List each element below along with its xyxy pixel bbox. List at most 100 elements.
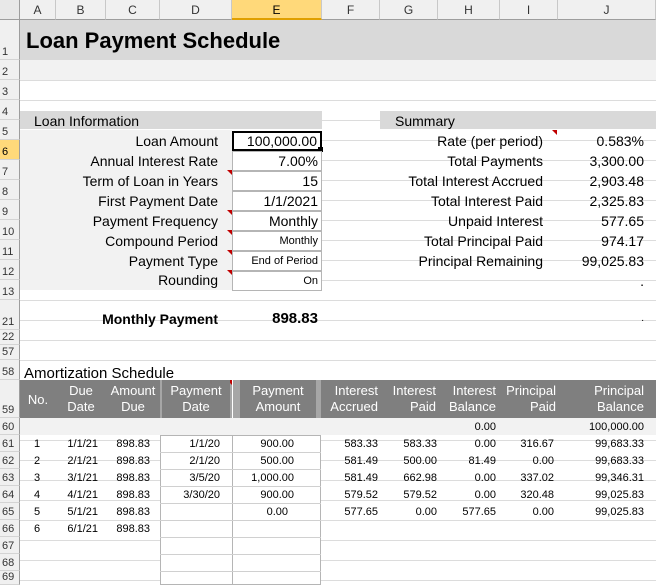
col-header-d[interactable]: D	[160, 0, 232, 20]
row-header-66[interactable]: 66	[0, 520, 20, 537]
comment-flag	[552, 130, 557, 135]
row-header-60[interactable]: 60	[0, 418, 20, 435]
cell-payment-amount[interactable]: 0.00	[232, 507, 288, 518]
col-header-e[interactable]: E	[232, 0, 322, 20]
col-principal-balance-header: Principal Balance	[580, 380, 644, 418]
interest-rate-label: Annual Interest Rate	[90, 153, 218, 169]
row-header-64[interactable]: 64	[0, 486, 20, 503]
first-payment-date-input[interactable]: 1/1/2021	[232, 191, 322, 211]
payment-frequency-select[interactable]: Monthly	[232, 211, 322, 231]
row-header-62[interactable]: 62	[0, 452, 20, 469]
first-payment-date-label: First Payment Date	[98, 193, 218, 209]
rounding-label: Rounding	[158, 272, 218, 288]
row-header-3[interactable]: 3	[0, 80, 20, 100]
row-header-65[interactable]: 65	[0, 503, 20, 520]
row-header-61[interactable]: 61	[0, 435, 20, 452]
select-all-corner[interactable]	[0, 0, 20, 20]
amortization-heading: Amortization Schedule	[24, 365, 175, 382]
row-header-6[interactable]: 6	[0, 140, 20, 160]
monthly-payment-label: Monthly Payment	[102, 311, 218, 327]
col-due-date-header: Due Date	[62, 380, 100, 418]
cell-no: 2	[34, 455, 41, 467]
row-header-8[interactable]: 8	[0, 180, 20, 200]
unpaid-interest-label: Unpaid Interest	[448, 213, 543, 229]
total-interest-paid-label: Total Interest Paid	[430, 193, 543, 209]
total-interest-accrued-label: Total Interest Accrued	[408, 173, 543, 189]
row-header-67[interactable]: 67	[0, 537, 20, 554]
payment-type-select[interactable]: End of Period	[232, 251, 322, 271]
row-header-1[interactable]: 1	[0, 20, 20, 60]
rounding-select[interactable]: On	[232, 271, 322, 291]
cell-amount-due: 898.83	[116, 523, 150, 535]
row-header-2[interactable]: 2	[0, 60, 20, 80]
cell-interest-accrued: 581.49	[344, 455, 378, 467]
cell-interest-accrued: 583.33	[344, 438, 378, 450]
cell-principal-paid: 0.00	[532, 455, 554, 467]
row-header-68[interactable]: 68	[0, 554, 20, 571]
row-header-59[interactable]: 59	[0, 380, 20, 418]
cell-amount-due: 898.83	[116, 438, 150, 450]
total-payments-value: 3,300.00	[589, 153, 645, 169]
row-header-58[interactable]: 58	[0, 360, 20, 380]
row-header-13[interactable]: 13	[0, 280, 20, 300]
loan-amount-input[interactable]: 100,000.00	[232, 131, 322, 151]
cell-payment-amount[interactable]: 900.00	[232, 490, 294, 501]
cell-payment-date[interactable]: 1/1/20	[160, 439, 220, 450]
cell-amount-due: 898.83	[116, 472, 150, 484]
cell-payment-amount[interactable]: 500.00	[232, 456, 294, 467]
row-header-9[interactable]: 9	[0, 200, 20, 220]
col-header-f[interactable]: F	[322, 0, 380, 20]
cell-interest-balance: 577.65	[462, 506, 496, 518]
col-interest-balance-header: Interest Balance	[440, 380, 496, 418]
cell-payment-date[interactable]: 2/1/20	[160, 456, 220, 467]
row-header-69[interactable]: 69	[0, 571, 20, 585]
row-header-63[interactable]: 63	[0, 469, 20, 486]
col-header-c[interactable]: C	[106, 0, 160, 20]
cell-principal-paid: 0.00	[532, 506, 554, 518]
header-divider	[232, 380, 233, 418]
row-header-22[interactable]: 22	[0, 330, 20, 345]
compound-period-select[interactable]: Monthly	[232, 231, 322, 251]
cell-payment-date[interactable]: 3/5/20	[160, 473, 220, 484]
row-header-7[interactable]: 7	[0, 160, 20, 180]
col-header-i[interactable]: I	[500, 0, 558, 20]
interest-rate-input[interactable]: 7.00%	[232, 151, 322, 171]
col-header-g[interactable]: G	[380, 0, 438, 20]
col-interest-paid-header: Interest Paid	[388, 380, 436, 418]
cell-principal-paid: 320.48	[520, 489, 554, 501]
summary-heading: Summary	[395, 113, 455, 129]
cell-interest-paid: 579.52	[403, 489, 437, 501]
cell-due-date: 5/1/21	[67, 506, 98, 518]
initial-interest-balance: 0.00	[474, 421, 496, 433]
row-header-57[interactable]: 57	[0, 345, 20, 360]
term-label: Term of Loan in Years	[82, 173, 218, 189]
cell-payment-amount[interactable]: 1,000.00	[232, 473, 294, 484]
payment-frequency-label: Payment Frequency	[92, 213, 218, 229]
loan-amount-label: Loan Amount	[135, 133, 218, 149]
total-principal-paid-value: 974.17	[601, 233, 644, 249]
row-header-4[interactable]: 4	[0, 100, 20, 120]
monthly-payment-value: 898.83	[272, 310, 318, 327]
summary-extra-dot: .	[641, 313, 644, 324]
row-header-10[interactable]: 10	[0, 220, 20, 240]
row-header-11[interactable]: 11	[0, 240, 20, 260]
col-header-h[interactable]: H	[438, 0, 500, 20]
cell-amount-due: 898.83	[116, 455, 150, 467]
payment-row-line	[160, 452, 321, 453]
cell-payment-date[interactable]: 3/30/20	[160, 490, 220, 501]
col-interest-accrued-header: Interest Accrued	[322, 380, 378, 418]
row-header-5[interactable]: 5	[0, 120, 20, 140]
col-header-b[interactable]: B	[56, 0, 106, 20]
sheet-title: Loan Payment Schedule	[26, 28, 281, 53]
total-interest-paid-value: 2,325.83	[589, 193, 645, 209]
payment-row-line	[160, 537, 321, 538]
cell-interest-accrued: 581.49	[344, 472, 378, 484]
cell-payment-amount[interactable]: 900.00	[232, 439, 294, 450]
cell-interest-paid: 0.00	[415, 506, 437, 518]
loan-info-heading: Loan Information	[34, 113, 140, 129]
row-header-12[interactable]: 12	[0, 260, 20, 280]
col-header-a[interactable]: A	[20, 0, 56, 20]
row-header-21[interactable]: 21	[0, 300, 20, 330]
term-input[interactable]: 15	[232, 171, 322, 191]
col-header-j[interactable]: J	[558, 0, 656, 20]
